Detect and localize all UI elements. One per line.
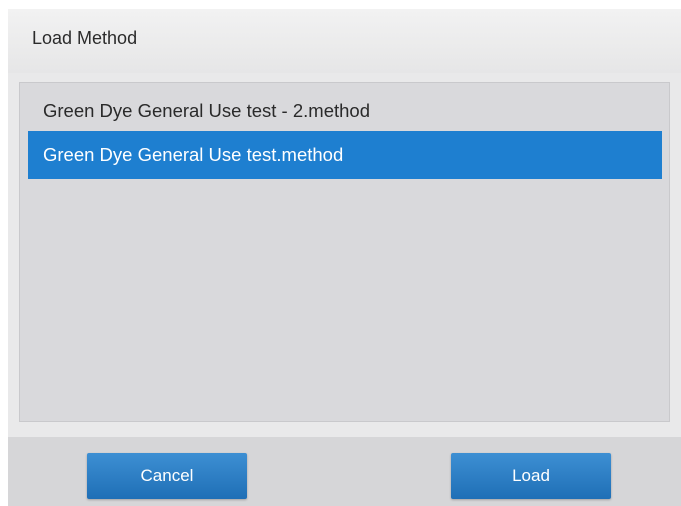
dialog-title: Load Method [32,28,138,48]
list-item-label: Green Dye General Use test.method [43,144,344,165]
list-item-selected[interactable]: Green Dye General Use test.method [28,131,662,179]
method-list[interactable]: Green Dye General Use test - 2.method Gr… [19,82,670,422]
load-method-dialog: Load Method Green Dye General Use test -… [8,9,681,506]
dialog-titlebar: Load Method [8,9,681,73]
list-item-label: Green Dye General Use test - 2.method [43,100,370,121]
cancel-button[interactable]: Cancel [87,453,247,499]
load-button[interactable]: Load [451,453,611,499]
list-item[interactable]: Green Dye General Use test - 2.method [28,87,662,135]
dialog-footer: Cancel Load [8,437,681,506]
